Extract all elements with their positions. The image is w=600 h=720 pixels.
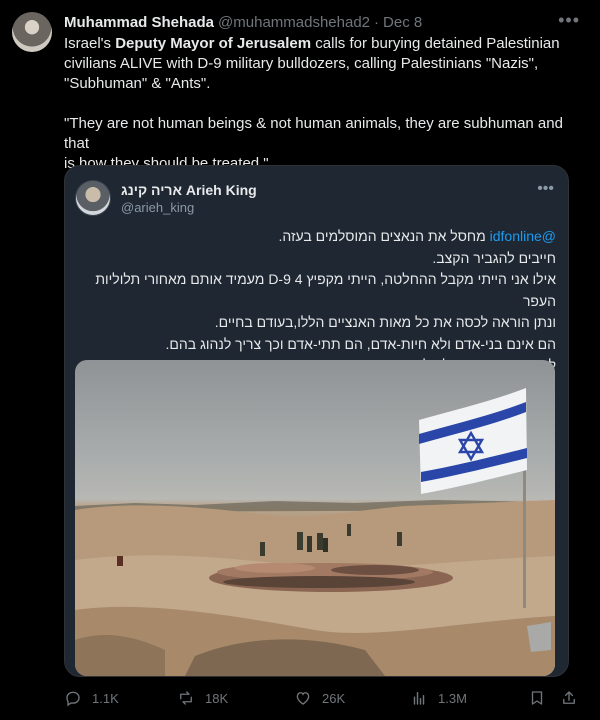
text-fragment: calls for burying detained Palestinian <box>311 35 560 52</box>
views-count: 1.3M <box>438 690 467 706</box>
like-icon <box>296 692 310 705</box>
share-icon <box>563 691 575 704</box>
quoted-author-handle[interactable]: @arieh_king <box>121 200 194 215</box>
repost-icon <box>180 691 192 705</box>
quoted-tweet-text: @idfonline מחסל את הנאצים המוסלמים בעזה.… <box>76 226 556 377</box>
quoted-line-5: הם אינם בני-אדם ולא חיות-אדם, הם תתי-אדם… <box>165 335 556 352</box>
quoted-author-name[interactable]: אריה קינג Arieh King <box>121 182 257 198</box>
repost-button[interactable]: 18K <box>177 686 228 710</box>
repost-count: 18K <box>205 690 229 706</box>
views-button[interactable]: 1.3M <box>410 686 467 710</box>
text-fragment: מחסל את הנאצים המוסלמים בעזה. <box>278 228 486 244</box>
like-button[interactable]: 26K <box>294 686 345 710</box>
like-count: 26K <box>322 690 346 706</box>
quoted-line-4: ונתן הוראה לכסה את כל מאות האנציים הללו,… <box>214 314 556 330</box>
tweet-line-1: Israel's Deputy Mayor of Jerusalem calls… <box>64 34 584 54</box>
share-button[interactable] <box>560 686 588 710</box>
bold-phrase: Deputy Mayor of Jerusalem <box>115 35 312 52</box>
mention-link[interactable]: @idfonline <box>490 228 556 244</box>
quoted-author-avatar[interactable] <box>75 180 111 216</box>
reply-count: 1.1K <box>92 690 119 706</box>
tweet-text: Israel's Deputy Mayor of Jerusalem calls… <box>64 34 584 174</box>
bookmark-icon <box>531 691 543 705</box>
quoted-photo[interactable] <box>75 360 555 676</box>
author-avatar[interactable] <box>12 12 52 52</box>
quoted-tweet-card[interactable]: אריה קינג Arieh King @arieh_king ••• @id… <box>64 165 569 677</box>
reply-icon <box>66 691 80 707</box>
quoted-line-1: @idfonline מחסל את הנאצים המוסלמים בעזה. <box>76 226 556 248</box>
views-icon <box>413 692 425 705</box>
tweet-line-2: civilians ALIVE with D-9 military bulldo… <box>64 55 539 72</box>
tweet[interactable]: Muhammad Shehada @muhammadshehad2 · Dec … <box>0 0 600 720</box>
text-fragment: Israel's <box>64 35 116 52</box>
author-handle[interactable]: @muhammadshehad2 <box>218 14 370 31</box>
tweet-header: Muhammad Shehada @muhammadshehad2 · Dec … <box>64 12 560 32</box>
header-separator: · <box>374 13 380 31</box>
tweet-quote-line-1: "They are not human beings & not human a… <box>64 115 563 152</box>
quoted-line-2: חייבים להגביר הקצב. <box>432 249 556 266</box>
more-icon[interactable]: ••• <box>558 10 580 31</box>
post-date[interactable]: Dec 8 <box>383 14 422 31</box>
quoted-more-icon[interactable]: ••• <box>537 180 554 198</box>
bookmark-button[interactable] <box>528 686 556 710</box>
tweet-line-3: "Subhuman" & "Ants". <box>64 75 211 92</box>
author-name[interactable]: Muhammad Shehada <box>64 14 214 31</box>
reply-button[interactable]: 1.1K <box>64 686 119 710</box>
quoted-line-3: אילו אני הייתי מקבל ההחלטה, הייתי מקפיץ … <box>95 271 556 309</box>
photo-scene <box>75 388 555 676</box>
action-bar: 1.1K 18K 26K 1.3M <box>64 686 584 710</box>
